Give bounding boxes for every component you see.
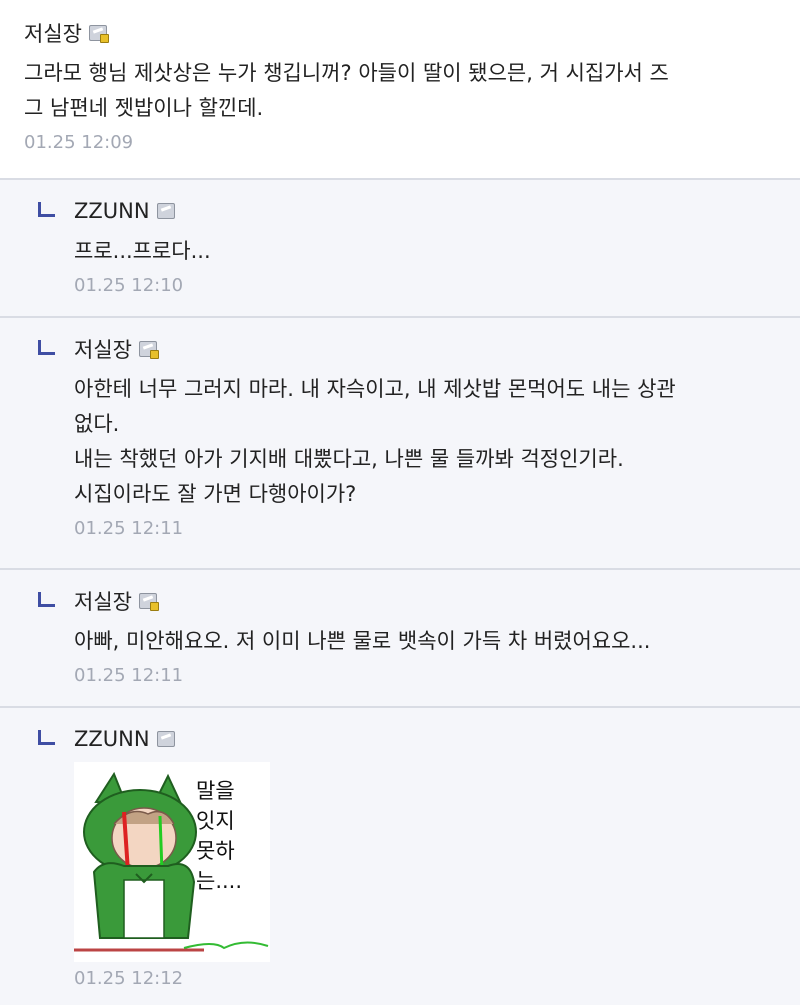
comment-item: 저실장 그라모 행님 제삿상은 누가 챙깁니꺼? 아들이 딸이 됐으믄, 거 시… (0, 0, 800, 180)
comment-line: 아한테 너무 그러지 마라. 내 자슥이고, 내 제삿밥 몬먹어도 내는 상관 (74, 377, 676, 401)
comment-timestamp: 01.25 12:12 (74, 968, 184, 989)
sticker-line: 못하 (196, 839, 235, 863)
reply-arrow-icon (38, 592, 55, 607)
comment-author-row: 저실장 (24, 18, 784, 48)
reply-arrow-icon (38, 730, 55, 745)
comment-line: 그라모 행님 제삿상은 누가 챙깁니꺼? 아들이 딸이 됐으믄, 거 시집가서 … (24, 61, 669, 85)
comment-line: 아빠, 미안해요오. 저 이미 나쁜 물로 뱃속이 가득 차 버렸어요오... (74, 629, 651, 653)
reply-item: 저실장 아빠, 미안해요오. 저 이미 나쁜 물로 뱃속이 가득 차 버렸어요오… (0, 570, 800, 708)
comment-author[interactable]: 저실장 (74, 586, 132, 616)
sticker-caption: 말을 잇지 못하 는.... (196, 776, 242, 896)
comment-line: 없다. (74, 412, 120, 436)
comment-text: 프로...프로다... (74, 234, 774, 269)
sticker-line: 잇지 (196, 809, 235, 833)
reply-arrow-icon (38, 340, 55, 355)
comment-line: 내는 착했던 아가 기지배 대뿠다고, 나쁜 물 들까봐 걱정인기라. (74, 447, 624, 471)
sticker-image: 말을 잇지 못하 는.... (74, 762, 270, 962)
level-badge-icon (156, 203, 175, 219)
comment-line: 프로...프로다... (74, 239, 211, 263)
level-badge-icon (88, 25, 109, 43)
sticker-line: 말을 (196, 779, 235, 803)
comment-line: 그 남편네 젯밥이나 할낀데. (24, 96, 264, 120)
comment-timestamp: 01.25 12:11 (74, 665, 184, 686)
comment-author[interactable]: ZZUNN (74, 199, 150, 223)
comment-timestamp: 01.25 12:11 (74, 518, 184, 539)
comment-timestamp: 01.25 12:10 (74, 275, 184, 296)
comment-author[interactable]: ZZUNN (74, 727, 150, 751)
comment-author[interactable]: 저실장 (24, 18, 82, 48)
level-badge-icon (138, 593, 159, 611)
comment-author-row: ZZUNN (74, 724, 784, 754)
reply-item: ZZUNN 말을 잇지 못하 는.... 01.25 12:12 (0, 708, 800, 1005)
reply-arrow-icon (38, 202, 55, 217)
reply-item: ZZUNN 프로...프로다... 01.25 12:10 (0, 180, 800, 318)
comment-line: 시집이라도 잘 가면 다행아이가? (74, 482, 357, 506)
comment-author-row: 저실장 (74, 334, 784, 364)
comment-timestamp: 01.25 12:09 (24, 132, 134, 153)
comment-text: 아빠, 미안해요오. 저 이미 나쁜 물로 뱃속이 가득 차 버렸어요오... (74, 624, 784, 659)
sticker-line: 는.... (196, 869, 243, 893)
comment-author-row: 저실장 (74, 586, 784, 616)
level-badge-icon (138, 341, 159, 359)
reply-item: 저실장 아한테 너무 그러지 마라. 내 자슥이고, 내 제삿밥 몬먹어도 내는… (0, 318, 800, 570)
comment-text: 아한테 너무 그러지 마라. 내 자슥이고, 내 제삿밥 몬먹어도 내는 상관 … (74, 372, 784, 512)
comment-author[interactable]: 저실장 (74, 334, 132, 364)
comment-text: 그라모 행님 제삿상은 누가 챙깁니꺼? 아들이 딸이 됐으믄, 거 시집가서 … (24, 56, 784, 126)
level-badge-icon (156, 731, 175, 747)
comment-author-row: ZZUNN (74, 196, 774, 226)
